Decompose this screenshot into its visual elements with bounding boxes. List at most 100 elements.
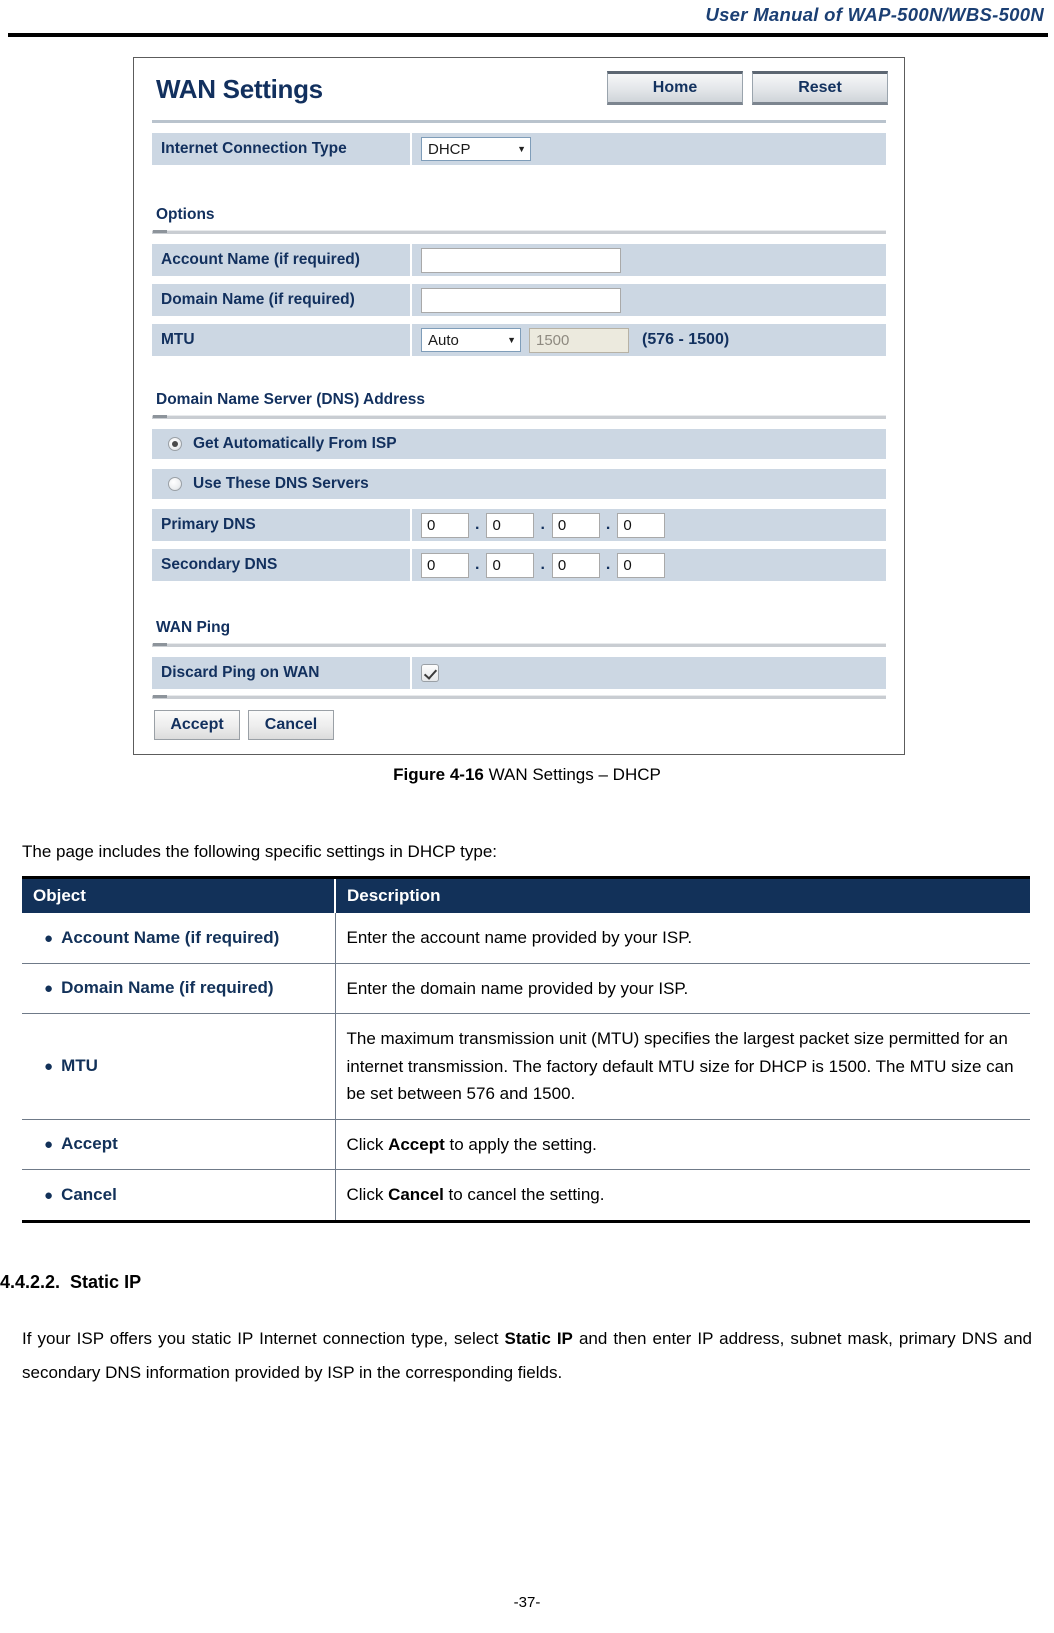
dns-legend-tab xyxy=(153,415,167,418)
account-name-field xyxy=(410,244,886,276)
page-number: -37- xyxy=(513,1594,541,1611)
reset-button[interactable]: Reset xyxy=(752,71,888,105)
mtu-mode-value: Auto xyxy=(428,331,459,349)
row-object-label: Domain Name (if required) xyxy=(61,978,274,998)
radio-unselected-icon[interactable] xyxy=(168,477,182,491)
bullet-icon: ● xyxy=(44,980,54,998)
mtu-size-input[interactable]: 1500 xyxy=(529,327,629,353)
desc-post: to cancel the setting. xyxy=(443,1185,605,1205)
internet-connection-type-label: Internet Connection Type xyxy=(152,133,410,165)
row-description-mtu: The maximum transmission unit (MTU) spec… xyxy=(335,1013,1030,1120)
mtu-field: Auto ▼ 1500 (576 - 1500) xyxy=(410,324,886,356)
primary-dns-row: Primary DNS 0 . 0 . 0 . 0 xyxy=(152,509,886,541)
internet-connection-type-row: Internet Connection Type DHCP ▼ xyxy=(152,133,886,165)
row-object-mtu: ● MTU xyxy=(22,1013,336,1120)
bullet-icon: ● xyxy=(44,1186,54,1204)
secondary-dns-octet-1[interactable]: 0 xyxy=(421,552,469,578)
panel-title-divider xyxy=(152,120,886,123)
octet-separator: . xyxy=(605,516,611,533)
discard-ping-label: Discard Ping on WAN xyxy=(152,657,410,689)
paragraph-bold: Static IP xyxy=(504,1329,573,1348)
domain-name-input[interactable] xyxy=(421,287,621,313)
desc-post: to apply the setting. xyxy=(444,1134,597,1154)
mtu-mode-select[interactable]: Auto ▼ xyxy=(421,328,521,352)
section-paragraph: If your ISP offers you static IP Interne… xyxy=(22,1322,1032,1389)
bullet-icon: ● xyxy=(44,1058,54,1076)
octet-separator: . xyxy=(475,516,480,533)
table-row: ● Account Name (if required) Enter the ac… xyxy=(22,913,1030,964)
row-description-accept: Click Accept to apply the setting. xyxy=(335,1119,1030,1171)
domain-name-row: Domain Name (if required) xyxy=(152,284,886,316)
octet-separator: . xyxy=(605,556,611,573)
row-object-label: Cancel xyxy=(61,1184,117,1204)
dns-manual-radio-row[interactable]: Use These DNS Servers xyxy=(152,469,886,499)
secondary-dns-octet-4[interactable]: 0 xyxy=(617,552,666,578)
dns-auto-radio-row[interactable]: Get Automatically From ISP xyxy=(152,429,886,459)
primary-dns-octet-1[interactable]: 0 xyxy=(421,512,469,538)
column-header-object: Object xyxy=(22,876,335,913)
section-number: 4.4.2.2. xyxy=(0,1272,61,1292)
cancel-button[interactable]: Cancel xyxy=(248,710,334,740)
mtu-label: MTU xyxy=(152,324,410,356)
secondary-dns-octet-2[interactable]: 0 xyxy=(486,552,535,578)
options-legend: Options xyxy=(156,206,215,223)
chevron-down-icon: ▼ xyxy=(507,335,516,345)
row-description-domain-name: Enter the domain name provided by your I… xyxy=(335,963,1030,1015)
wan-ping-legend-rule xyxy=(152,643,886,647)
mtu-range-hint: (576 - 1500) xyxy=(642,331,730,348)
desc-pre: Click xyxy=(346,1134,389,1154)
desc-pre: Click xyxy=(346,1185,389,1205)
domain-name-field xyxy=(410,284,886,316)
intro-sentence: The page includes the following specific… xyxy=(22,842,497,861)
secondary-dns-octet-3[interactable]: 0 xyxy=(551,552,600,578)
row-object-account-name: ● Account Name (if required) xyxy=(22,913,336,964)
internet-connection-type-value: DHCP xyxy=(428,140,471,158)
dns-legend: Domain Name Server (DNS) Address xyxy=(156,391,426,408)
figure-label: Figure 4-16 xyxy=(393,765,484,784)
discard-ping-field xyxy=(410,657,886,689)
table-row: ● Accept Click Accept to apply the settin… xyxy=(22,1119,1030,1171)
octet-separator: . xyxy=(475,556,480,573)
primary-dns-octets: 0 . 0 . 0 . 0 xyxy=(421,512,666,538)
internet-connection-type-select[interactable]: DHCP ▼ xyxy=(421,137,531,161)
dns-manual-label: Use These DNS Servers xyxy=(193,475,369,492)
primary-dns-octet-2[interactable]: 0 xyxy=(486,512,535,538)
primary-dns-field: 0 . 0 . 0 . 0 xyxy=(410,509,886,541)
section-heading: 4.4.2.2. Static IP xyxy=(0,1272,141,1293)
row-object-label: MTU xyxy=(61,1056,98,1076)
row-description-cancel: Click Cancel to cancel the setting. xyxy=(335,1169,1030,1223)
account-name-input[interactable] xyxy=(421,247,621,273)
octet-separator: . xyxy=(540,556,545,573)
discard-ping-checkbox[interactable] xyxy=(421,664,439,682)
internet-connection-type-field: DHCP ▼ xyxy=(410,133,886,165)
radio-selected-icon[interactable] xyxy=(168,437,182,451)
primary-dns-octet-3[interactable]: 0 xyxy=(551,512,600,538)
section-title: Static IP xyxy=(70,1272,142,1292)
column-header-description: Description xyxy=(334,876,1030,913)
primary-dns-label: Primary DNS xyxy=(152,509,410,541)
options-legend-tab xyxy=(153,230,167,233)
chevron-down-icon: ▼ xyxy=(517,144,526,154)
panel-toolbar: Home Reset xyxy=(607,71,888,105)
row-object-domain-name: ● Domain Name (if required) xyxy=(22,963,336,1015)
row-description-account-name: Enter the account name provided by your … xyxy=(335,913,1030,964)
primary-dns-octet-4[interactable]: 0 xyxy=(617,512,666,538)
octet-separator: . xyxy=(540,516,545,533)
accept-button[interactable]: Accept xyxy=(154,710,240,740)
figure-caption-text: WAN Settings – DHCP xyxy=(483,765,661,784)
dns-legend-rule xyxy=(152,415,886,419)
mtu-row: MTU Auto ▼ 1500 (576 - 1500) xyxy=(152,324,886,356)
actions-divider xyxy=(152,695,886,699)
options-legend-rule xyxy=(152,230,886,234)
settings-description-table: Object Description ● Account Name (if req… xyxy=(22,876,1030,1223)
home-button[interactable]: Home xyxy=(607,71,743,105)
wan-ping-legend: WAN Ping xyxy=(156,619,231,636)
discard-ping-row: Discard Ping on WAN xyxy=(152,657,886,689)
table-header-row: Object Description xyxy=(22,876,1030,913)
table-row: ● MTU The maximum transmission unit (MTU)… xyxy=(22,1013,1030,1120)
row-object-label: Accept xyxy=(61,1134,118,1154)
document-header: User Manual of WAP-500N/WBS-500N xyxy=(0,4,1054,26)
bullet-icon: ● xyxy=(44,929,54,947)
paragraph-pre: If your ISP offers you static IP Interne… xyxy=(22,1329,505,1348)
panel-actions: Accept Cancel xyxy=(154,710,334,740)
